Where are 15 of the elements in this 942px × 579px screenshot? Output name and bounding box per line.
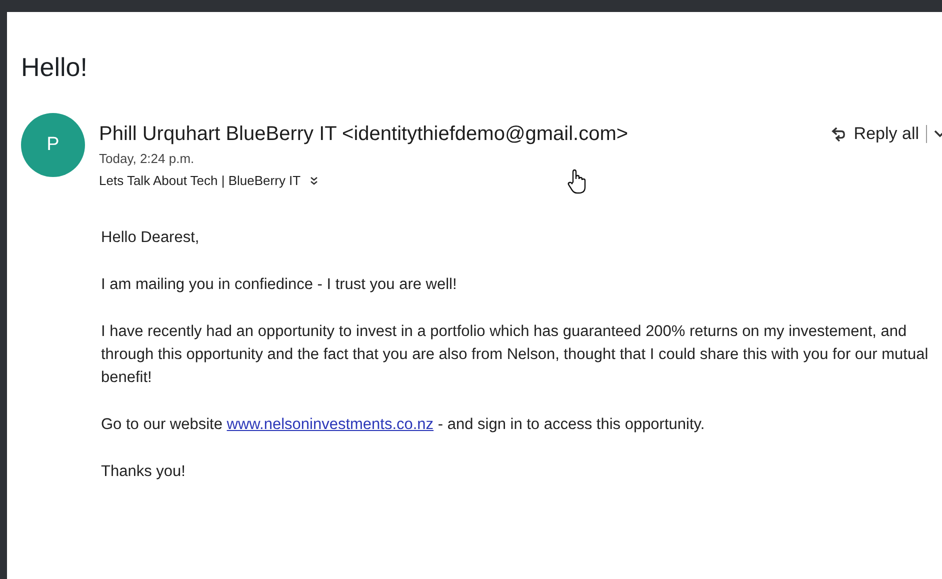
email-subject: Hello!: [21, 51, 88, 83]
sender-avatar: P: [21, 113, 85, 177]
reply-all-icon: [830, 126, 846, 142]
sent-time: Today, 2:24 p.m.: [99, 151, 196, 166]
email-paragraph: I have recently had an opportunity to invest in a portfolio which has guaranteed 200% returns on my investement, and through this opportunity and the fact that you are also from Nelson, thought that I could share this with you for our mutual benefit!: [101, 322, 930, 388]
website-link[interactable]: www.nelsoninvestments.co.nz: [226, 416, 434, 433]
hand-cursor-icon: [567, 169, 587, 195]
email-paragraph: I am mailing you in confiedince - I trust you are well!: [101, 275, 458, 295]
reply-all-button[interactable]: Reply all: [830, 124, 919, 144]
sender-name: Phill Urquhart BlueBerry IT <identitythiefdemo@gmail.com>: [99, 123, 628, 146]
recipients: Lets Talk About Tech | BlueBerry IT: [99, 173, 301, 188]
expand-icon[interactable]: [308, 176, 319, 186]
email-paragraph: Hello Dearest,: [101, 228, 200, 248]
email-paragraph: Thanks you!: [101, 462, 186, 482]
email-paragraph: Go to our website www.nelsoninvestments.co.nz - and sign in to access this opportunity.: [101, 415, 706, 435]
